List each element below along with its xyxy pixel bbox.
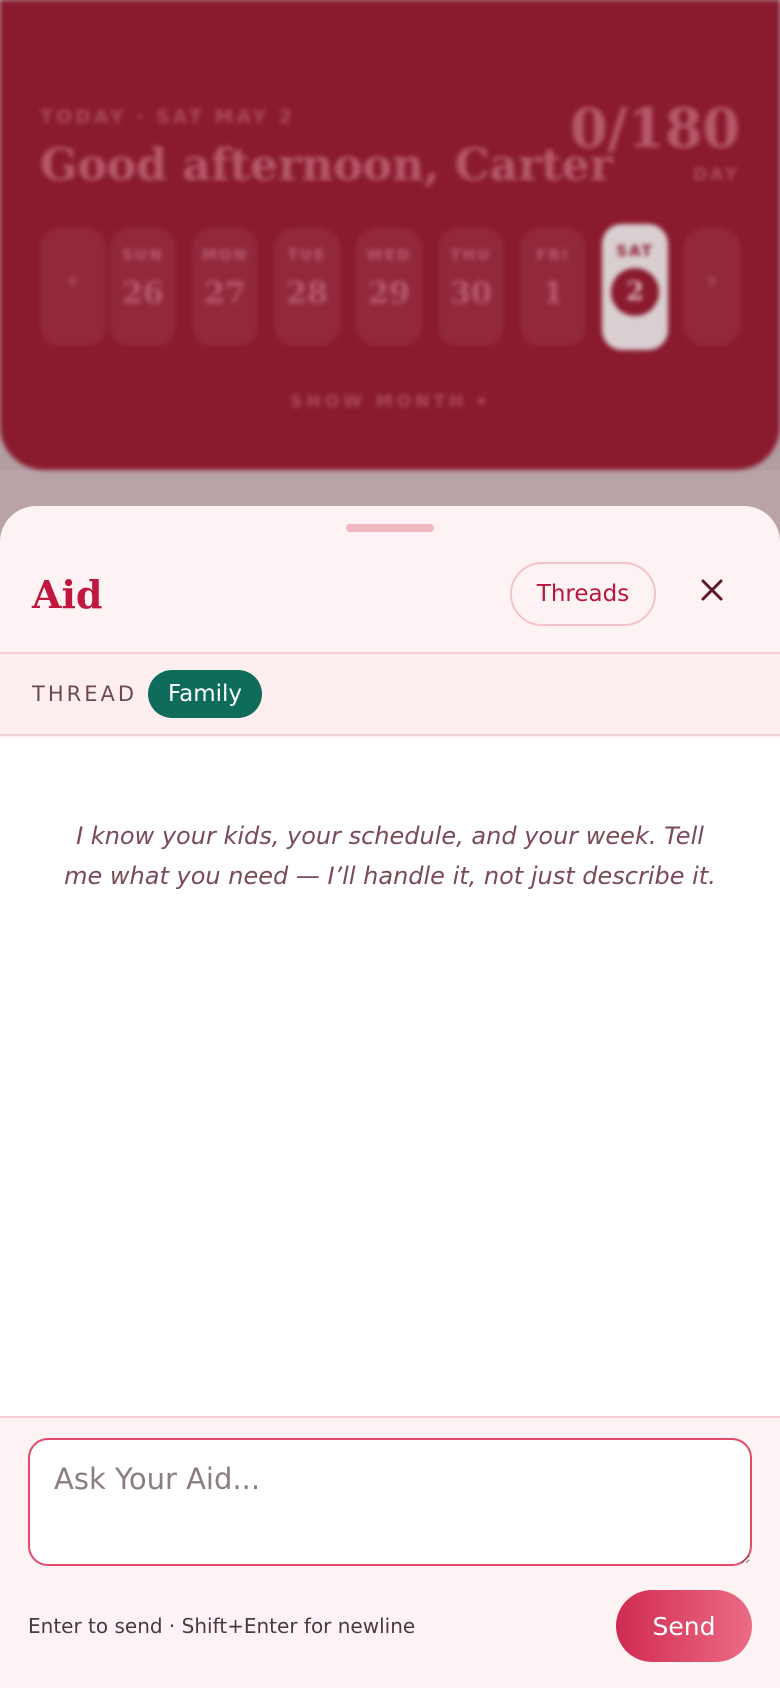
day-name: SUN (122, 246, 164, 264)
send-button[interactable]: Send (616, 1590, 752, 1662)
chevron-left-icon: ‹ (68, 266, 78, 294)
day-date: 27 (204, 276, 246, 311)
thread-divider (0, 734, 780, 736)
intro-message: I know your kids, your schedule, and you… (64, 822, 716, 890)
thread-chip-family[interactable]: Family (148, 670, 263, 718)
day-counter: 0/180 (569, 96, 740, 160)
date-label: TODAY · SAT MAY 2 (40, 106, 295, 128)
background-app: TODAY · SAT MAY 2 Good afternoon, Carter… (0, 0, 780, 470)
chevron-right-icon: › (707, 266, 717, 294)
threads-button[interactable]: Threads (510, 562, 656, 626)
keyboard-hint: Enter to send · Shift+Enter for newline (28, 1614, 416, 1638)
week-strip: ‹ SUN 26 MON 27 TUE 28 WED 29 THU 30 FRI… (40, 224, 740, 350)
day-wed[interactable]: WED 29 (356, 228, 422, 346)
sheet-header: Aid Threads (0, 546, 780, 658)
day-counter-unit: DAY (693, 165, 740, 185)
day-sun[interactable]: SUN 26 (110, 228, 176, 346)
greeting: Good afternoon, Carter (40, 140, 613, 191)
day-date: 2 (611, 268, 659, 316)
sheet-grabber[interactable] (346, 524, 434, 532)
thread-bar: THREAD Family (0, 654, 780, 736)
day-fri[interactable]: FRI 1 (520, 228, 586, 346)
day-date: 30 (450, 276, 492, 311)
thread-label: THREAD (32, 682, 138, 706)
header-banner: TODAY · SAT MAY 2 Good afternoon, Carter… (0, 0, 780, 470)
day-mon[interactable]: MON 27 (192, 228, 258, 346)
message-area: I know your kids, your schedule, and you… (0, 738, 780, 1418)
day-thu[interactable]: THU 30 (438, 228, 504, 346)
day-date: 1 (542, 276, 564, 311)
day-name: WED (366, 246, 412, 264)
aid-sheet: Aid Threads THREAD Family I know your ki… (0, 506, 780, 1688)
show-month-toggle[interactable]: SHOW MONTH ▾ (0, 392, 780, 412)
day-name: SAT (616, 242, 654, 260)
day-sat-selected[interactable]: SAT 2 (602, 224, 668, 350)
day-date: 28 (286, 276, 328, 311)
prev-week-button[interactable]: ‹ (40, 228, 106, 346)
close-icon (690, 568, 734, 612)
day-name: THU (450, 246, 492, 264)
message-input[interactable] (28, 1438, 752, 1566)
composer: Enter to send · Shift+Enter for newline … (0, 1418, 780, 1688)
next-week-button[interactable]: › (684, 228, 740, 346)
day-name: FRI (536, 246, 570, 264)
day-name: TUE (287, 246, 327, 264)
day-date: 29 (368, 276, 410, 311)
day-date: 26 (122, 276, 164, 311)
close-button[interactable] (690, 568, 734, 612)
day-tue[interactable]: TUE 28 (274, 228, 340, 346)
sheet-title: Aid (32, 572, 103, 617)
day-name: MON (201, 246, 249, 264)
